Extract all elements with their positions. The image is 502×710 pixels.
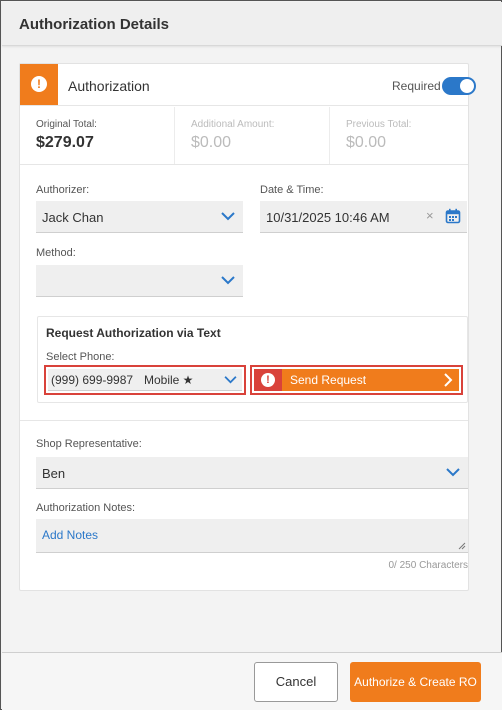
notes-label: Authorization Notes: [36,502,136,514]
section-divider [20,420,468,421]
chevron-down-icon [221,276,235,285]
cancel-button[interactable]: Cancel [254,662,338,702]
panel-footer: Cancel Authorize & Create RO [2,652,502,710]
original-total-label: Original Total: [36,119,97,130]
authorizer-label: Authorizer: [36,184,90,196]
resize-handle-icon[interactable] [458,542,466,550]
additional-amount-label: Additional Amount: [191,119,275,130]
toggle-knob [460,79,474,93]
phone-type: Mobile ★ [144,373,194,387]
calendar-icon[interactable] [445,208,461,224]
page-title: Authorization Details [19,16,170,33]
panel-header: Authorization Details [2,2,502,46]
phone-select[interactable]: (999) 699-9987 Mobile ★ [44,365,246,395]
send-request-button[interactable]: ! Send Request [254,369,459,391]
chevron-right-icon [444,373,453,387]
previous-total-label: Previous Total: [346,119,412,130]
datetime-input[interactable]: 10/31/2025 10:46 AM × [260,201,467,233]
chevron-down-icon [446,468,460,477]
datetime-label: Date & Time: [260,184,324,196]
authorization-details-panel: Authorization Details ! Authorization Re… [0,0,502,710]
chevron-down-icon [224,376,237,384]
send-request-label: Send Request [290,373,367,387]
method-label: Method: [36,247,76,259]
authorizer-select[interactable]: Jack Chan [36,201,243,233]
additional-amount-value: $0.00 [191,134,232,151]
original-total: Original Total: $279.07 [20,107,175,164]
authorize-create-ro-button[interactable]: Authorize & Create RO [350,662,481,702]
text-request-section: Request Authorization via Text Select Ph… [37,316,468,403]
authorization-card: ! Authorization Required Original Total:… [19,63,476,591]
phone-number: (999) 699-9987 [51,373,134,387]
authorization-row: ! Authorization Required [20,64,476,106]
alert-badge: ! [20,64,58,105]
previous-total: Previous Total: $0.00 [330,107,468,164]
additional-amount: Additional Amount: $0.00 [175,107,330,164]
alert-icon: ! [31,76,47,92]
authorizer-value: Jack Chan [42,210,104,225]
previous-total-value: $0.00 [346,134,387,151]
phone-select-field: (999) 699-9987 Mobile ★ [48,369,242,391]
text-request-title: Request Authorization via Text [46,326,221,340]
clear-icon[interactable]: × [426,208,434,223]
shop-rep-value: Ben [42,466,66,481]
chevron-down-icon [221,212,235,221]
datetime-value: 10/31/2025 10:46 AM [266,210,390,225]
required-label: Required [392,79,441,93]
send-alert-badge: ! [254,369,282,391]
phone-label: Select Phone: [46,351,115,363]
alert-icon: ! [261,373,275,387]
required-toggle[interactable] [442,77,476,95]
original-total-value: $279.07 [36,134,94,151]
shop-rep-select[interactable]: Ben [36,457,468,489]
method-select[interactable] [36,265,243,297]
totals-row: Original Total: $279.07 Additional Amoun… [20,107,468,165]
authorization-title: Authorization [68,78,150,94]
notes-placeholder: Add Notes [42,528,99,542]
send-request-highlight: ! Send Request [250,365,463,395]
shop-rep-label: Shop Representative: [36,438,142,450]
notes-char-count: 0/ 250 Characters [388,560,469,571]
notes-textarea[interactable]: Add Notes [36,519,468,553]
